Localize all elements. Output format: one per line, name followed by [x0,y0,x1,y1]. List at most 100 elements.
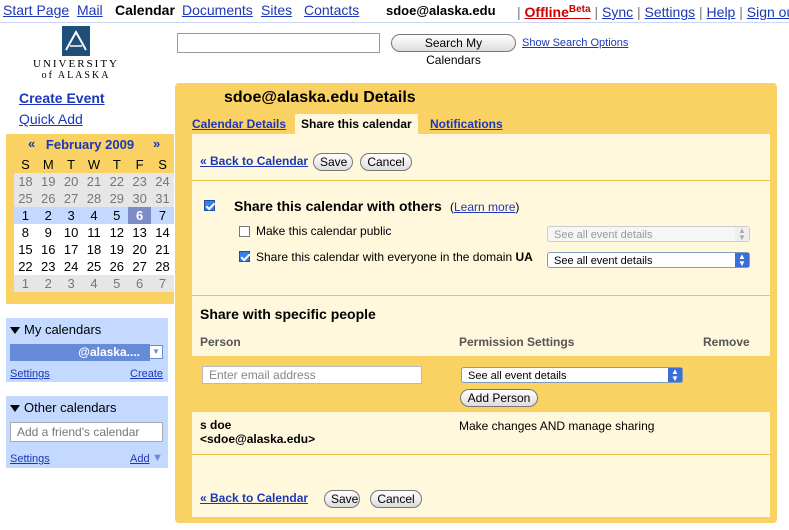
day-cell[interactable]: 19 [105,241,129,258]
nav-calendar: Calendar [115,2,175,18]
quick-add-link[interactable]: Quick Add [19,111,83,127]
person-permission-select[interactable]: See all event details ▲ ▼ [461,367,683,383]
day-cell[interactable]: 1 [14,275,37,292]
nav-contacts[interactable]: Contacts [304,2,359,18]
nav-sign-out[interactable]: Sign out [747,4,789,20]
separator: | [594,4,599,20]
make-public-checkbox[interactable] [239,226,250,237]
add-dropdown-icon[interactable]: ▼ [152,452,163,464]
day-cell[interactable]: 7 [151,275,174,292]
day-cell[interactable]: 3 [59,275,83,292]
tab-calendar-details[interactable]: Calendar Details [192,117,286,131]
day-cell[interactable]: 30 [128,190,152,207]
email-field[interactable]: Enter email address [202,366,422,384]
university-logo[interactable]: UNIVERSITY of ALASKA [30,26,122,81]
day-cell[interactable]: 20 [128,241,152,258]
day-cell[interactable]: 25 [82,258,106,275]
column-header-remove: Remove [703,335,750,349]
add-friend-calendar-input[interactable]: Add a friend's calendar [10,422,163,442]
back-to-calendar-link-bottom[interactable]: « Back to Calendar [200,491,308,505]
share-with-others-checkbox[interactable] [204,200,215,211]
dow-label: T [112,157,121,172]
nav-offline[interactable]: OfflineBeta [525,4,591,20]
day-cell[interactable]: 27 [59,190,83,207]
day-cell[interactable]: 22 [14,258,37,275]
day-cell[interactable]: 27 [128,258,152,275]
next-month-button[interactable]: » [153,136,160,151]
day-cell[interactable]: 14 [151,224,174,241]
make-public-label: Make this calendar public [256,224,392,238]
learn-more-link[interactable]: Learn more [454,200,515,214]
day-cell[interactable]: 20 [59,173,83,190]
day-cell[interactable]: 18 [14,173,37,190]
day-cell[interactable]: 29 [105,190,129,207]
day-cell[interactable]: 10 [59,224,83,241]
day-cell[interactable]: 23 [128,173,152,190]
day-cell[interactable]: 15 [14,241,37,258]
add-person-button[interactable]: Add Person [460,389,538,407]
day-cell[interactable]: 9 [36,224,60,241]
day-cell[interactable]: 23 [36,258,60,275]
day-cell[interactable]: 11 [82,224,106,241]
nav-help[interactable]: Help [707,4,736,20]
nav-sites[interactable]: Sites [261,2,292,18]
save-button-bottom[interactable]: Save [324,490,360,508]
cancel-button-bottom[interactable]: Cancel [370,490,422,508]
nav-mail[interactable]: Mail [77,2,103,18]
tab-share-calendar[interactable]: Share this calendar [295,114,418,134]
other-calendars-header[interactable]: Other calendars [10,400,117,415]
day-cell[interactable]: 5 [105,207,129,224]
day-cell[interactable]: 2 [36,275,60,292]
day-cell[interactable]: 19 [36,173,60,190]
day-cell[interactable]: 1 [14,207,37,224]
create-calendar-link[interactable]: Create [130,368,163,380]
day-cell[interactable]: 22 [105,173,129,190]
back-to-calendar-link[interactable]: « Back to Calendar [200,154,308,168]
day-cell[interactable]: 7 [151,207,174,224]
nav-settings[interactable]: Settings [645,4,696,20]
day-cell[interactable]: 26 [105,258,129,275]
day-cell[interactable]: 13 [128,224,152,241]
day-cell[interactable]: 3 [59,207,83,224]
day-cell[interactable]: 5 [105,275,129,292]
domain-share-checkbox[interactable] [239,251,250,262]
search-input[interactable] [177,33,380,53]
calendar-menu-icon[interactable]: ▼ [149,345,163,359]
tab-notifications[interactable]: Notifications [430,117,503,131]
day-cell[interactable]: 24 [151,173,174,190]
day-cell[interactable]: 26 [36,190,60,207]
day-cell[interactable]: 31 [151,190,174,207]
search-button[interactable]: Search My Calendars [391,34,516,67]
day-cell[interactable]: 6 [128,275,152,292]
day-cell[interactable]: 28 [151,258,174,275]
show-search-options-link[interactable]: Show Search Options [522,37,628,49]
divider [192,180,770,181]
day-cell-today[interactable]: 6 [128,207,152,224]
day-cell[interactable]: 24 [59,258,83,275]
day-cell[interactable]: 21 [151,241,174,258]
day-cell[interactable]: 25 [14,190,37,207]
day-cell[interactable]: 12 [105,224,129,241]
my-calendars-header[interactable]: My calendars [10,322,101,337]
day-cell[interactable]: 2 [36,207,60,224]
day-cell[interactable]: 18 [82,241,106,258]
calendar-list-item[interactable]: @alaska.... [10,344,150,361]
nav-sync[interactable]: Sync [602,4,633,20]
create-event-link[interactable]: Create Event [19,90,105,106]
domain-permission-select[interactable]: See all event details ▲ ▼ [547,252,750,268]
other-calendars-settings-link[interactable]: Settings [10,453,50,465]
my-calendars-settings-link[interactable]: Settings [10,368,50,380]
day-cell[interactable]: 16 [36,241,60,258]
day-cell[interactable]: 21 [82,173,106,190]
day-cell[interactable]: 17 [59,241,83,258]
day-cell[interactable]: 4 [82,207,106,224]
day-cell[interactable]: 8 [14,224,37,241]
person-email: <sdoe@alaska.edu> [200,432,316,446]
day-cell[interactable]: 4 [82,275,106,292]
day-cell[interactable]: 28 [82,190,106,207]
cancel-button[interactable]: Cancel [360,153,412,171]
nav-start-page[interactable]: Start Page [3,2,69,18]
nav-documents[interactable]: Documents [182,2,253,18]
add-calendar-link[interactable]: Add [130,453,150,465]
save-button[interactable]: Save [313,153,353,171]
